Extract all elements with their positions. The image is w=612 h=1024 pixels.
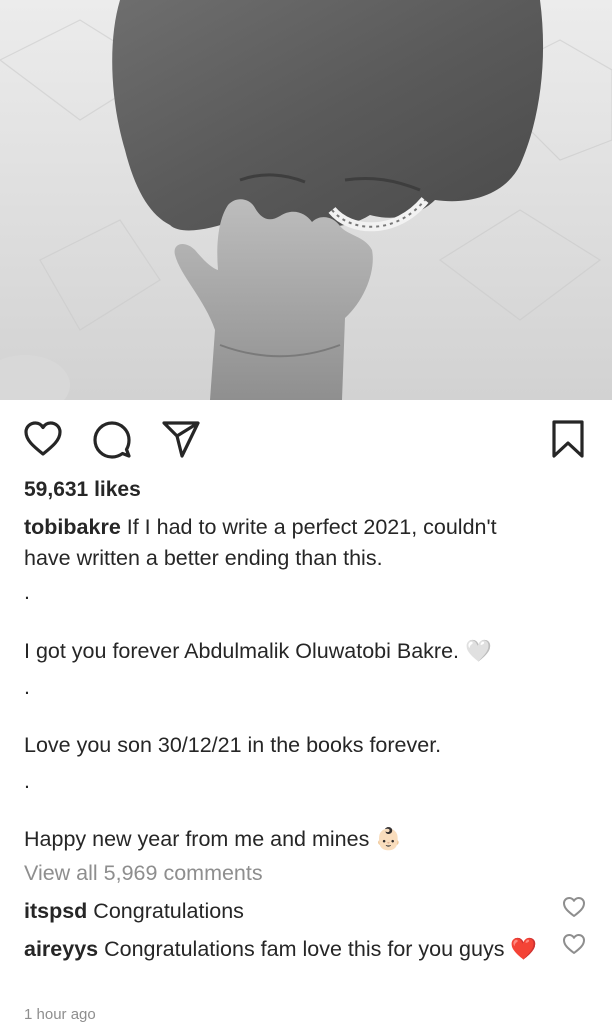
comment-text: Congratulations <box>87 899 244 923</box>
post-photo[interactable] <box>0 0 612 400</box>
small-heart-icon[interactable] <box>562 895 586 919</box>
small-heart-icon[interactable] <box>562 932 586 956</box>
photo-illustration <box>0 0 612 400</box>
caption-dot-2: . <box>24 675 30 699</box>
post-timestamp: 1 hour ago <box>24 1006 96 1023</box>
action-bar <box>0 400 612 478</box>
comment-item: itspsd Congratulations <box>24 896 544 927</box>
paper-plane-icon[interactable] <box>161 419 201 459</box>
comment-text: Congratulations fam love this for you gu… <box>98 937 538 961</box>
comment-bubble-icon[interactable] <box>92 419 132 459</box>
caption-username[interactable]: tobibakre <box>24 515 121 539</box>
caption-text-2: have written a better ending than this. <box>24 546 383 570</box>
comment-username[interactable]: aireyys <box>24 937 98 961</box>
caption-text-1: If I had to write a perfect 2021, couldn… <box>120 515 497 539</box>
caption-text-5: Happy new year from me and mines 👶🏻 <box>24 827 403 851</box>
comment-username[interactable]: itspsd <box>24 899 87 923</box>
caption-dot-1: . <box>24 580 30 604</box>
comment-item: aireyys Congratulations fam love this fo… <box>24 934 544 965</box>
caption-first-line: tobibakre If I had to write a perfect 20… <box>24 512 497 543</box>
caption-text-3: I got you forever Abdulmalik Oluwatobi B… <box>24 639 492 663</box>
likes-count[interactable]: 59,631 likes <box>24 478 141 502</box>
caption-dot-3: . <box>24 769 30 793</box>
heart-outline-icon[interactable] <box>23 419 63 459</box>
caption-text-4: Love you son 30/12/21 in the books forev… <box>24 733 442 757</box>
view-all-comments-link[interactable]: View all 5,969 comments <box>24 861 263 886</box>
bookmark-icon[interactable] <box>548 419 588 459</box>
